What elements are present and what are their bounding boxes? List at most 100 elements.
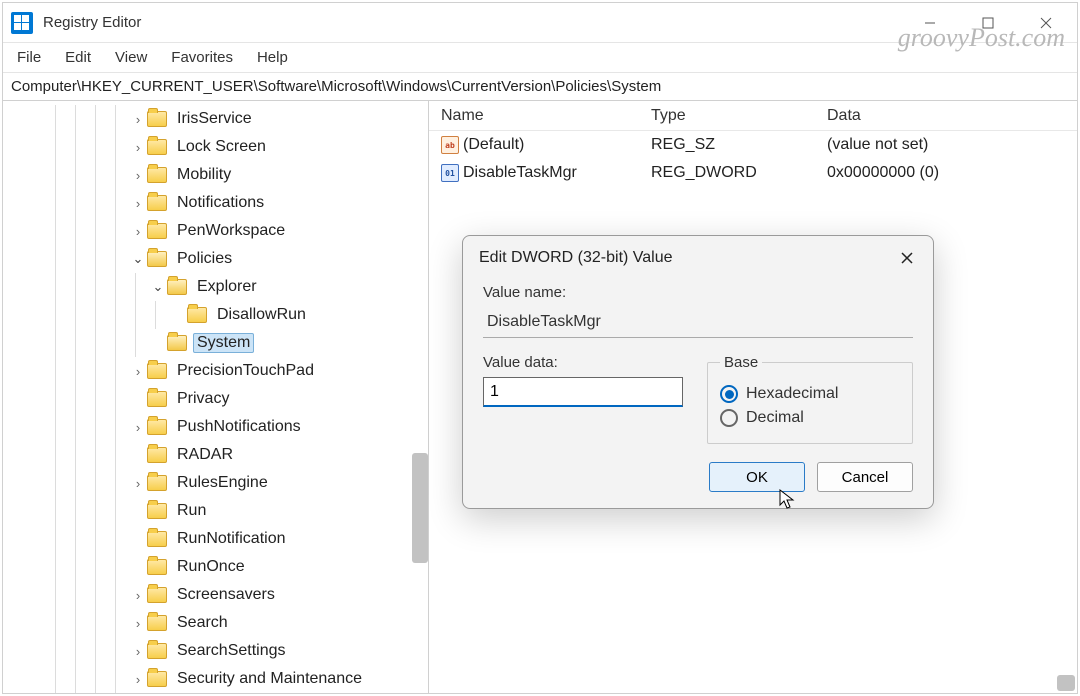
cancel-button[interactable]: Cancel — [817, 462, 913, 492]
tree-item[interactable]: › PenWorkspace — [7, 217, 428, 245]
dialog-close-button[interactable] — [897, 248, 917, 268]
tree-label: PenWorkspace — [173, 221, 289, 241]
chevron-right-icon[interactable]: › — [129, 140, 147, 155]
tree-label: PrecisionTouchPad — [173, 361, 318, 381]
radio-dot-on — [720, 385, 738, 403]
tree-label: RADAR — [173, 445, 237, 465]
tree-item[interactable]: ⌄Explorer — [7, 273, 428, 301]
folder-icon — [147, 363, 167, 379]
folder-icon — [147, 111, 167, 127]
tree-item[interactable]: RunOnce — [7, 553, 428, 581]
tree-item[interactable]: ⌄ Policies — [7, 245, 428, 273]
window-title: Registry Editor — [43, 14, 141, 31]
tree-item[interactable]: ›Notifications — [7, 189, 428, 217]
chevron-right-icon[interactable]: › — [129, 476, 147, 491]
tree-label: Run — [173, 501, 210, 521]
chevron-right-icon[interactable]: › — [129, 168, 147, 183]
chevron-down-icon[interactable]: ⌄ — [129, 251, 147, 267]
tree-label: RunOnce — [173, 557, 249, 577]
folder-icon — [187, 307, 207, 323]
tree-item[interactable]: ›PushNotifications — [7, 413, 428, 441]
base-group: Base Hexadecimal Decimal — [707, 354, 913, 444]
value-type: REG_SZ — [651, 136, 827, 154]
tree-item[interactable]: ›Search — [7, 609, 428, 637]
value-row[interactable]: ab(Default)REG_SZ(value not set) — [429, 131, 1077, 159]
folder-icon — [147, 671, 167, 687]
folder-icon — [147, 615, 167, 631]
folder-icon — [147, 559, 167, 575]
folder-icon — [147, 391, 167, 407]
tree-item[interactable]: ›RulesEngine — [7, 469, 428, 497]
menubar: File Edit View Favorites Help — [3, 43, 1077, 73]
tree-label: RunNotification — [173, 529, 290, 549]
tree-item[interactable]: › SearchSettings — [7, 637, 428, 665]
tree-label: SearchSettings — [173, 641, 290, 661]
tree-pane[interactable]: ›IrisService›Lock Screen›Mobility›Notifi… — [3, 101, 429, 693]
value-name: (Default) — [463, 136, 651, 154]
tree-label: Security and Maintenance — [173, 669, 366, 689]
chevron-right-icon[interactable]: › — [129, 112, 147, 127]
tree-item[interactable]: RunNotification — [7, 525, 428, 553]
tree-item[interactable]: › PrecisionTouchPad — [7, 357, 428, 385]
col-data[interactable]: Data — [827, 107, 1077, 125]
chevron-right-icon[interactable]: › — [129, 224, 147, 239]
folder-icon — [147, 643, 167, 659]
column-header[interactable]: Name Type Data — [429, 101, 1077, 131]
value-name-label: Value name: — [483, 284, 913, 301]
radio-dot-off — [720, 409, 738, 427]
tree-item[interactable]: DisallowRun — [7, 301, 428, 329]
ok-button[interactable]: OK — [709, 462, 805, 492]
chevron-right-icon[interactable]: › — [129, 364, 147, 379]
chevron-right-icon[interactable]: › — [129, 644, 147, 659]
value-row[interactable]: 01DisableTaskMgrREG_DWORD0x00000000 (0) — [429, 159, 1077, 187]
tree-item[interactable]: RADAR — [7, 441, 428, 469]
chevron-right-icon[interactable]: › — [129, 420, 147, 435]
tree-label: IrisService — [173, 109, 256, 129]
chevron-right-icon[interactable]: › — [129, 616, 147, 631]
col-type[interactable]: Type — [651, 107, 827, 125]
tree-item[interactable]: System — [7, 329, 428, 357]
value-data-label: Value data: — [483, 354, 683, 371]
tree-item[interactable]: ›Screensavers — [7, 581, 428, 609]
menu-file[interactable]: File — [17, 49, 41, 66]
menu-help[interactable]: Help — [257, 49, 288, 66]
menu-view[interactable]: View — [115, 49, 147, 66]
titlebar: Registry Editor — [3, 3, 1077, 43]
base-legend: Base — [720, 354, 762, 371]
tree-scrollbar[interactable] — [412, 453, 428, 563]
value-name: DisableTaskMgr — [463, 164, 651, 182]
menu-favorites[interactable]: Favorites — [171, 49, 233, 66]
chevron-right-icon[interactable]: › — [129, 588, 147, 603]
dialog-title: Edit DWORD (32-bit) Value — [479, 249, 673, 267]
col-name[interactable]: Name — [441, 107, 651, 125]
menu-edit[interactable]: Edit — [65, 49, 91, 66]
edit-dword-dialog: Edit DWORD (32-bit) Value Value name: Di… — [462, 235, 934, 509]
value-type: REG_DWORD — [651, 164, 827, 182]
folder-icon — [147, 475, 167, 491]
tree-item[interactable]: ›Lock Screen — [7, 133, 428, 161]
tree-label: Mobility — [173, 165, 235, 185]
maximize-button[interactable] — [973, 8, 1003, 38]
folder-icon — [147, 223, 167, 239]
close-button[interactable] — [1031, 8, 1061, 38]
chevron-down-icon[interactable]: ⌄ — [149, 279, 167, 295]
address-bar[interactable]: Computer\HKEY_CURRENT_USER\Software\Micr… — [3, 73, 1077, 101]
tree-label: DisallowRun — [213, 305, 310, 325]
tree-label: System — [193, 333, 254, 353]
value-data-input[interactable] — [483, 377, 683, 407]
folder-icon — [147, 531, 167, 547]
radio-dec[interactable]: Decimal — [720, 409, 900, 427]
tree-item[interactable]: › Security and Maintenance — [7, 665, 428, 693]
tree-label: Policies — [173, 249, 236, 269]
tree-item[interactable]: › IrisService — [7, 105, 428, 133]
minimize-button[interactable] — [915, 8, 945, 38]
chevron-right-icon[interactable]: › — [129, 196, 147, 211]
radio-hex[interactable]: Hexadecimal — [720, 385, 900, 403]
tree-item[interactable]: Privacy — [7, 385, 428, 413]
value-scrollbar[interactable] — [1057, 675, 1075, 691]
folder-icon — [147, 503, 167, 519]
chevron-right-icon[interactable]: › — [129, 672, 147, 687]
tree-item[interactable]: Run — [7, 497, 428, 525]
folder-icon — [147, 447, 167, 463]
tree-item[interactable]: › Mobility — [7, 161, 428, 189]
